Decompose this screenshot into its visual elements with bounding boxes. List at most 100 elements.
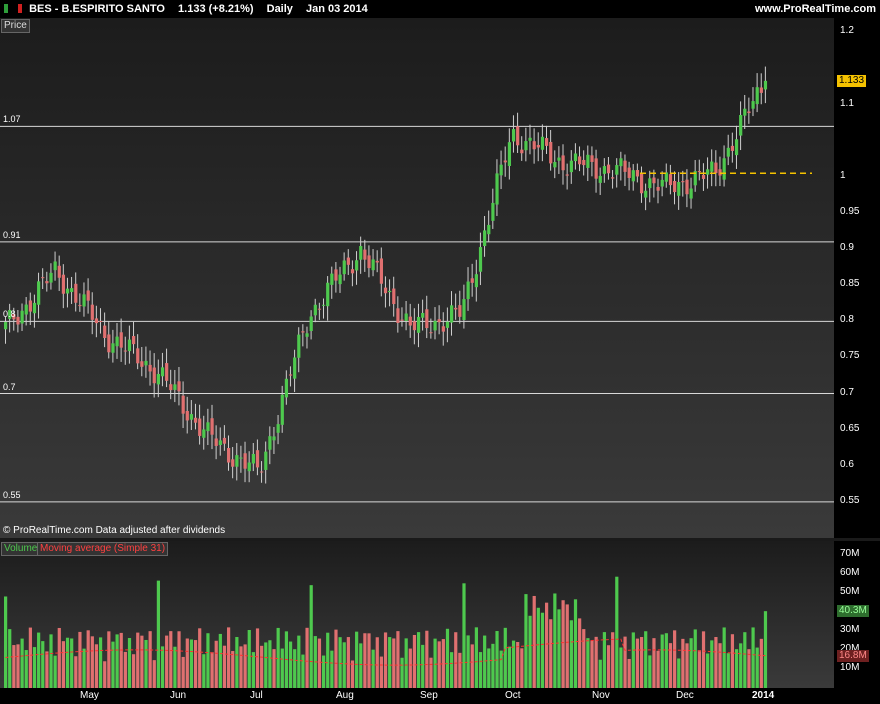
candle-body bbox=[412, 321, 417, 331]
volume-bar bbox=[404, 638, 408, 688]
candle-body bbox=[231, 459, 235, 467]
candle-body bbox=[375, 260, 379, 263]
volume-bar bbox=[355, 631, 359, 688]
price-chart[interactable] bbox=[0, 18, 834, 538]
brand-link[interactable]: www.ProRealTime.com bbox=[755, 3, 876, 15]
volume-bar bbox=[367, 633, 371, 688]
candle-body bbox=[743, 108, 747, 116]
candle-body bbox=[470, 278, 474, 283]
candle-body bbox=[235, 455, 239, 467]
candle-body bbox=[107, 334, 111, 353]
x-tick-label: Nov bbox=[592, 690, 610, 701]
candle-body bbox=[540, 136, 545, 150]
volume-bar bbox=[8, 629, 12, 688]
y-tick-label: 0.7 bbox=[840, 386, 854, 398]
candle-body bbox=[70, 288, 74, 293]
candle-body bbox=[326, 282, 330, 307]
flag-icon-red bbox=[18, 4, 22, 13]
candle-body bbox=[293, 357, 297, 379]
candle-body bbox=[619, 158, 623, 167]
candle-body bbox=[516, 126, 520, 146]
volume-bar bbox=[326, 632, 330, 688]
candle-body bbox=[586, 154, 590, 168]
candle-body bbox=[499, 164, 503, 176]
volume-bar bbox=[639, 637, 644, 688]
volume-bar bbox=[107, 631, 111, 688]
volume-bar bbox=[503, 627, 507, 688]
candle-body bbox=[677, 181, 681, 196]
volume-panel[interactable]: Volume Moving average (Simple 31) bbox=[0, 541, 834, 688]
candle-body bbox=[78, 305, 82, 307]
candle-body bbox=[181, 395, 185, 414]
volume-bar bbox=[565, 604, 569, 688]
candle-body bbox=[74, 283, 78, 303]
volume-bar bbox=[165, 635, 169, 688]
volume-tick-label: 50M bbox=[840, 585, 860, 597]
volume-bar bbox=[511, 640, 516, 688]
candle-body bbox=[127, 339, 132, 352]
price-panel[interactable]: Price © ProRealTime.com Data adjusted af… bbox=[0, 18, 834, 538]
candle-body bbox=[173, 384, 177, 390]
candle-body bbox=[206, 422, 210, 432]
candle-body bbox=[701, 174, 706, 179]
candle-body bbox=[495, 173, 499, 205]
volume-bar bbox=[433, 638, 437, 688]
volume-bar bbox=[458, 652, 462, 688]
x-axis: May Jun Jul Aug Sep Oct Nov Dec 2014 bbox=[0, 688, 880, 704]
volume-bar bbox=[383, 632, 388, 688]
volume-bar bbox=[41, 641, 45, 688]
y-tick-label: 0.6 bbox=[840, 458, 854, 470]
volume-bar bbox=[400, 657, 404, 688]
volume-bar bbox=[693, 629, 697, 688]
volume-bar bbox=[297, 635, 301, 688]
candle-body bbox=[280, 394, 284, 425]
period: Daily bbox=[266, 3, 293, 15]
volume-bar bbox=[487, 648, 491, 688]
x-tick-label: 2014 bbox=[752, 690, 775, 701]
volume-bar bbox=[260, 645, 264, 688]
volume-bar bbox=[478, 652, 483, 688]
candle-body bbox=[594, 158, 598, 179]
candle-body bbox=[4, 322, 8, 330]
volume-bar bbox=[181, 656, 185, 688]
date: Jan 03 2014 bbox=[305, 3, 368, 15]
volume-bar bbox=[602, 632, 607, 688]
candle-body bbox=[169, 384, 173, 391]
volume-bar bbox=[264, 642, 268, 688]
candle-body bbox=[520, 149, 524, 154]
volume-bar bbox=[37, 632, 41, 688]
candle-body bbox=[82, 294, 86, 307]
volume-bar bbox=[553, 593, 557, 688]
candle-body bbox=[301, 331, 305, 333]
volume-bar bbox=[743, 632, 747, 688]
volume-bar bbox=[342, 642, 346, 688]
candle-body bbox=[437, 319, 441, 323]
volume-bar bbox=[627, 658, 631, 688]
y-tick-label: 1 bbox=[840, 169, 846, 181]
candle-body bbox=[321, 304, 326, 306]
candle-body bbox=[305, 333, 309, 337]
candle-body bbox=[668, 174, 673, 186]
candle-body bbox=[631, 170, 635, 182]
volume-bar bbox=[288, 641, 293, 688]
candle-body bbox=[602, 166, 607, 174]
candle-body bbox=[140, 361, 144, 367]
candle-body bbox=[615, 165, 619, 175]
header-bar: BES - B.ESPIRITO SANTO 1.133 (+8.21%) Da… bbox=[0, 0, 880, 18]
volume-bar bbox=[730, 634, 735, 688]
volume-bar bbox=[416, 632, 421, 688]
candle-body bbox=[454, 307, 458, 310]
volume-bar bbox=[272, 649, 276, 688]
volume-bar bbox=[483, 635, 487, 688]
volume-bar bbox=[20, 638, 24, 688]
candle-body bbox=[367, 255, 371, 269]
volume-bar bbox=[718, 643, 722, 688]
volume-bar bbox=[359, 643, 363, 688]
candle-body bbox=[652, 177, 656, 184]
volume-bar bbox=[74, 656, 78, 688]
volume-bar bbox=[78, 631, 82, 688]
volume-chart[interactable] bbox=[0, 541, 834, 688]
candle-body bbox=[251, 453, 255, 464]
volume-bar bbox=[169, 631, 173, 688]
y-tick-label: 0.55 bbox=[840, 494, 860, 506]
